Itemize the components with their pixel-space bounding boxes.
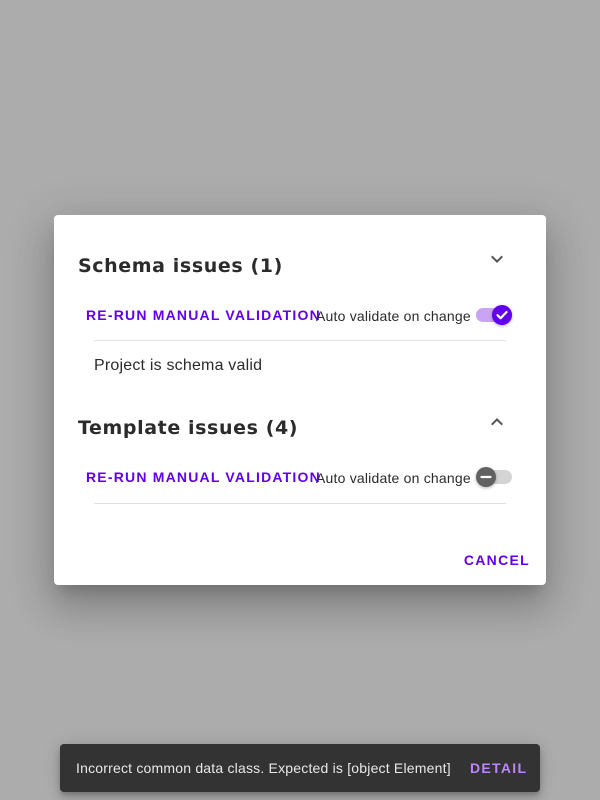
schema-auto-validate-switch[interactable] [475, 304, 513, 326]
template-issues-title[interactable]: Template issues (4) [78, 417, 298, 439]
snackbar: Incorrect common data class. Expected is… [60, 744, 540, 792]
minus-icon [480, 475, 492, 479]
validation-dialog: Schema issues (1) RE-RUN MANUAL VALIDATI… [54, 215, 546, 585]
snackbar-message: Incorrect common data class. Expected is… [76, 760, 451, 776]
cancel-button[interactable]: CANCEL [464, 552, 530, 568]
schema-auto-validate-label: Auto validate on change [316, 308, 471, 324]
schema-issues-title[interactable]: Schema issues (1) [78, 255, 283, 277]
schema-status-text: Project is schema valid [94, 357, 263, 374]
chevron-up-icon[interactable] [485, 410, 509, 434]
schema-divider [94, 340, 506, 341]
schema-rerun-validation-button[interactable]: RE-RUN MANUAL VALIDATION [86, 307, 321, 323]
chevron-down-icon[interactable] [485, 247, 509, 271]
switch-thumb [492, 305, 512, 325]
template-auto-validate-switch[interactable] [475, 466, 513, 488]
template-auto-validate-label: Auto validate on change [316, 470, 471, 486]
check-icon [496, 310, 508, 320]
snackbar-detail-button[interactable]: DETAIL [470, 760, 527, 776]
template-rerun-validation-button[interactable]: RE-RUN MANUAL VALIDATION [86, 469, 321, 485]
template-divider [94, 503, 506, 504]
switch-thumb [476, 467, 496, 487]
